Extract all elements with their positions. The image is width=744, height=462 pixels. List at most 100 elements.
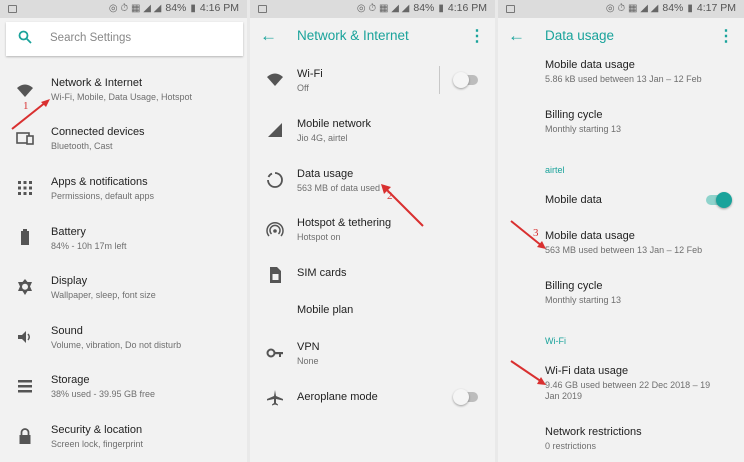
item-subtitle: Off xyxy=(297,83,309,93)
aeroplane-mode-toggle[interactable] xyxy=(453,389,478,405)
battery-percent: 84% xyxy=(662,2,684,14)
volume-icon xyxy=(18,331,30,343)
app-bar: ← Network & Internet ⋮ xyxy=(250,18,495,56)
item-subtitle: Jio 4G, airtel xyxy=(297,133,348,143)
signal-icon xyxy=(268,123,282,137)
item-title: Battery xyxy=(51,226,86,238)
billing-cycle-jio[interactable]: Billing cycle Monthly starting 13 xyxy=(498,105,744,139)
item-title: Mobile data usage xyxy=(545,59,635,71)
section-header-wifi: Wi-Fi xyxy=(545,336,566,346)
network-item-mobile-network[interactable]: Mobile network Jio 4G, airtel xyxy=(250,114,495,154)
toggle-knob xyxy=(453,72,469,88)
item-title: Security & location xyxy=(51,424,143,436)
network-item-data-usage[interactable]: Data usage 563 MB of data used xyxy=(250,164,495,204)
settings-item-sound[interactable]: Sound Volume, vibration, Do not disturb xyxy=(0,321,247,361)
clock: 4:17 PM xyxy=(696,2,736,14)
battery-icon xyxy=(21,229,29,245)
item-title: VPN xyxy=(297,341,320,353)
item-subtitle: 563 MB used between 13 Jan – 12 Feb xyxy=(545,245,703,255)
settings-item-storage[interactable]: Storage 38% used - 39.95 GB free xyxy=(0,370,247,410)
network-item-hotspot[interactable]: Hotspot & tethering Hotspot on xyxy=(250,213,495,253)
mobile-data-toggle[interactable] xyxy=(706,192,732,208)
item-title: Sound xyxy=(51,325,83,337)
network-item-mobile-plan[interactable]: Mobile plan xyxy=(250,300,495,328)
annotation-label-1: 1 xyxy=(23,100,29,112)
item-subtitle: Screen lock, fingerprint xyxy=(51,439,144,449)
item-subtitle: Hotspot on xyxy=(297,232,341,242)
status-icons: ◎ ⏱ ▦ ◢ ◢ xyxy=(605,2,659,14)
notification-icon xyxy=(8,5,17,13)
item-subtitle: 9.46 GB used between 22 Dec 2018 – 19 xyxy=(545,380,711,390)
settings-item-apps[interactable]: Apps & notifications Permissions, defaul… xyxy=(0,172,247,212)
more-options-icon[interactable]: ⋮ xyxy=(718,26,734,46)
item-title: Mobile network xyxy=(297,118,371,130)
wifi-icon xyxy=(267,73,283,86)
item-subtitle: Wallpaper, sleep, font size xyxy=(51,290,156,300)
annotation-arrow-4 xyxy=(510,360,546,385)
item-title: Connected devices xyxy=(51,126,145,138)
divider xyxy=(439,66,440,94)
item-subtitle: 84% - 10h 17m left xyxy=(51,241,127,251)
annotation-arrow-3 xyxy=(510,220,546,249)
network-internet-panel: ◎ ⏱ ▦ ◢ ◢ 84% ▮ 4:16 PM ← Network & Inte… xyxy=(250,0,495,462)
network-item-sim-cards[interactable]: SIM cards xyxy=(250,263,495,291)
item-subtitle: 0 restrictions xyxy=(545,441,597,451)
item-subtitle: Monthly starting 13 xyxy=(545,124,622,134)
clock: 4:16 PM xyxy=(199,2,239,14)
battery-percent: 84% xyxy=(165,2,187,14)
item-title: Wi-Fi xyxy=(297,68,323,80)
status-bar: ◎ ⏱ ▦ ◢ ◢ 84% ▮ 4:17 PM xyxy=(498,0,744,18)
search-icon xyxy=(18,30,32,44)
item-title: Aeroplane mode xyxy=(297,391,378,403)
hotspot-icon xyxy=(266,221,284,237)
notification-icon xyxy=(258,5,267,13)
billing-cycle-airtel[interactable]: Billing cycle Monthly starting 13 xyxy=(498,276,744,310)
item-subtitle: Wi-Fi, Mobile, Data Usage, Hotspot xyxy=(51,92,193,102)
battery-status-icon: ▮ xyxy=(190,2,196,14)
back-arrow-icon[interactable]: ← xyxy=(508,26,525,46)
app-bar: ← Data usage ⋮ xyxy=(498,18,744,56)
data-usage-panel: ◎ ⏱ ▦ ◢ ◢ 84% ▮ 4:17 PM ← Data usage ⋮ M… xyxy=(498,0,744,462)
settings-item-security[interactable]: Security & location Screen lock, fingerp… xyxy=(0,420,247,460)
status-icons: ◎ ⏱ ▦ ◢ ◢ xyxy=(108,2,162,14)
mobile-data-usage-jio[interactable]: Mobile data usage 5.86 kB used between 1… xyxy=(498,56,744,90)
item-subtitle: None xyxy=(297,356,319,366)
item-subtitle: Monthly starting 13 xyxy=(545,295,622,305)
item-title: Wi-Fi data usage xyxy=(545,365,629,377)
status-icons: ◎ ⏱ ▦ ◢ ◢ xyxy=(356,2,410,14)
search-settings-bar[interactable]: Search Settings xyxy=(6,22,243,56)
page-title: Network & Internet xyxy=(297,28,409,43)
battery-status-icon: ▮ xyxy=(438,2,444,14)
item-title: Display xyxy=(51,275,88,287)
network-restrictions[interactable]: Network restrictions 0 restrictions xyxy=(498,422,744,456)
settings-item-display[interactable]: Display Wallpaper, sleep, font size xyxy=(0,271,247,311)
item-title: Storage xyxy=(51,374,90,386)
item-title: Mobile data usage xyxy=(545,230,635,242)
wifi-toggle[interactable] xyxy=(453,72,478,88)
settings-item-battery[interactable]: Battery 84% - 10h 17m left xyxy=(0,222,247,262)
back-arrow-icon[interactable]: ← xyxy=(260,26,277,46)
vpn-key-icon xyxy=(266,348,283,358)
item-title: Network restrictions xyxy=(545,426,642,438)
network-item-vpn[interactable]: VPN None xyxy=(250,337,495,377)
item-subtitle: 563 MB of data used xyxy=(297,183,381,193)
status-bar: ◎ ⏱ ▦ ◢ ◢ 84% ▮ 4:16 PM xyxy=(250,0,495,18)
sim-card-icon xyxy=(270,267,281,283)
toggle-knob xyxy=(716,192,732,208)
brightness-icon xyxy=(18,279,32,295)
annotation-label-2: 2 xyxy=(387,190,393,202)
annotation-arrow-1 xyxy=(11,99,50,130)
section-header-airtel: airtel xyxy=(545,165,565,175)
lock-icon xyxy=(19,428,31,444)
data-usage-icon xyxy=(267,172,283,188)
page-title: Data usage xyxy=(545,28,615,43)
settings-panel: ◎ ⏱ ▦ ◢ ◢ 84% ▮ 4:16 PM Search Settings … xyxy=(0,0,247,462)
item-title: Mobile data xyxy=(545,194,602,206)
more-options-icon[interactable]: ⋮ xyxy=(469,26,485,46)
annotation-arrow-2 xyxy=(381,184,424,227)
toggle-knob xyxy=(453,389,469,405)
notification-icon xyxy=(506,5,515,13)
status-bar: ◎ ⏱ ▦ ◢ ◢ 84% ▮ 4:16 PM xyxy=(0,0,247,18)
item-subtitle: Permissions, default apps xyxy=(51,191,155,201)
item-subtitle: 38% used - 39.95 GB free xyxy=(51,389,156,399)
